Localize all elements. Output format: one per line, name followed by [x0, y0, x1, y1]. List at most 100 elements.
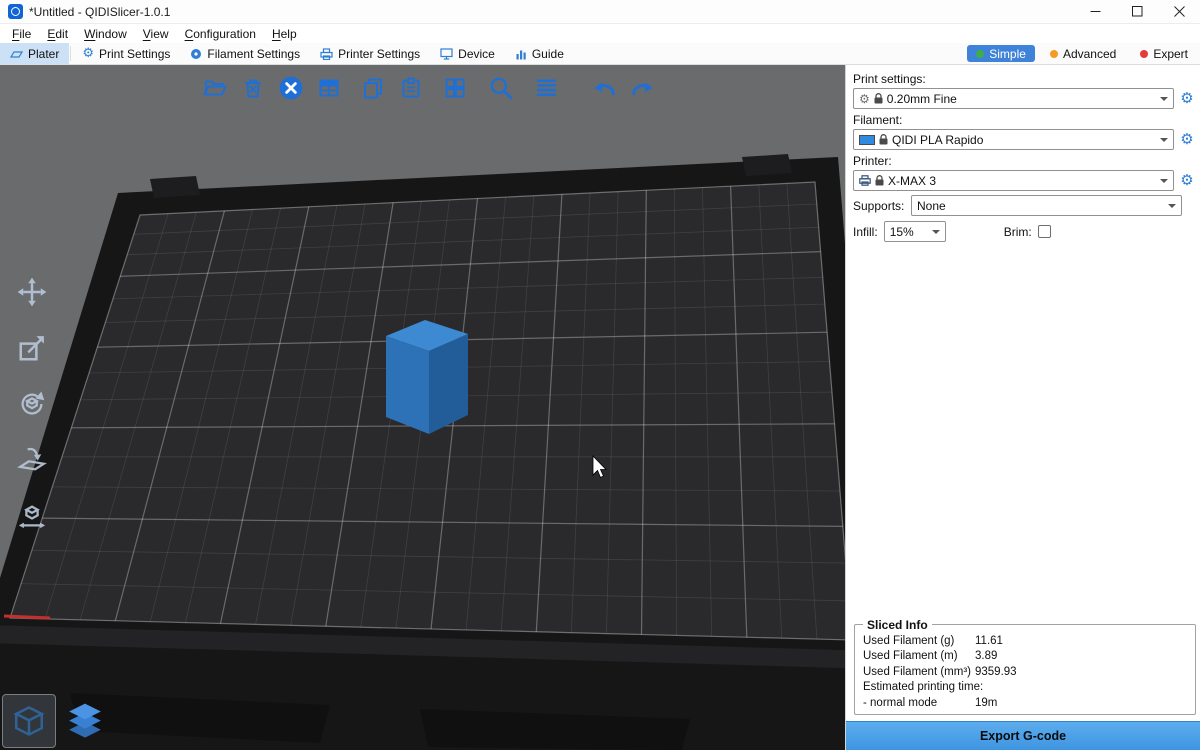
gear-icon: ⚙	[82, 47, 94, 60]
menu-configuration[interactable]: Configuration	[177, 27, 264, 41]
print-settings-label: Print settings:	[853, 72, 1200, 86]
close-button[interactable]	[1158, 0, 1200, 23]
tab-printer-settings[interactable]: Printer Settings	[310, 43, 430, 64]
paste-button[interactable]	[394, 71, 427, 104]
filament-color-swatch	[859, 135, 875, 145]
wireframe-cube-icon	[12, 704, 46, 738]
measure-icon	[17, 501, 47, 531]
arrange-icon	[317, 76, 341, 100]
minimize-button[interactable]	[1074, 0, 1116, 23]
tab-plater[interactable]: Plater	[0, 43, 69, 64]
mode-label: Advanced	[1063, 47, 1116, 61]
view-3d-button[interactable]	[2, 694, 56, 748]
mode-simple[interactable]: Simple	[967, 45, 1035, 62]
print-settings-gear-button[interactable]: ⚙	[1178, 91, 1196, 106]
place-on-face-icon	[17, 445, 47, 475]
printer-value: X-MAX 3	[888, 174, 936, 188]
chevron-down-icon	[1168, 204, 1176, 212]
delete-button[interactable]	[236, 71, 269, 104]
open-folder-icon	[203, 76, 227, 100]
undo-icon	[591, 74, 618, 101]
supports-value: None	[917, 199, 946, 213]
delete-icon	[241, 76, 265, 100]
rotate-icon	[17, 389, 47, 419]
arrange-button[interactable]	[312, 71, 345, 104]
chevron-down-icon	[932, 230, 940, 238]
undo-button[interactable]	[588, 71, 621, 104]
tab-label: Printer Settings	[338, 47, 420, 61]
open-file-button[interactable]	[198, 71, 231, 104]
mode-label: Expert	[1153, 47, 1188, 61]
window-title: *Untitled - QIDISlicer-1.0.1	[29, 5, 170, 19]
view-layers-button[interactable]	[58, 694, 112, 748]
infill-select[interactable]: 15%	[884, 221, 946, 242]
mode-expert[interactable]: Expert	[1131, 45, 1197, 62]
copy-button[interactable]	[356, 71, 389, 104]
printer-gear-button[interactable]: ⚙	[1178, 173, 1196, 188]
tab-separator	[70, 46, 71, 61]
infill-value: 15%	[890, 225, 914, 239]
supports-select[interactable]: None	[911, 195, 1182, 216]
printer-small-icon	[859, 175, 871, 186]
sliced-info-panel: Sliced Info Used Filament (g) 11.61 Used…	[854, 618, 1196, 716]
bed-origin-marker	[4, 616, 50, 618]
tab-guide[interactable]: Guide	[505, 43, 574, 64]
scale-tool-button[interactable]	[10, 326, 54, 370]
menu-view[interactable]: View	[135, 27, 177, 41]
tab-label: Filament Settings	[207, 47, 300, 61]
measure-tool-button[interactable]	[10, 494, 54, 538]
search-icon	[488, 75, 514, 101]
window-controls	[1074, 0, 1200, 23]
tab-device[interactable]: Device	[430, 43, 505, 64]
filament-gear-button[interactable]: ⚙	[1178, 132, 1196, 147]
maximize-icon	[1132, 6, 1143, 17]
guide-bars-icon	[515, 48, 527, 60]
mode-advanced[interactable]: Advanced	[1041, 45, 1125, 62]
menu-edit[interactable]: Edit	[39, 27, 76, 41]
tab-filament-settings[interactable]: Filament Settings	[180, 43, 310, 64]
layers-stack-icon	[66, 702, 104, 740]
mode-dot-icon	[1050, 50, 1058, 58]
print-settings-select[interactable]: ⚙ 0.20mm Fine	[853, 88, 1174, 109]
printer-label: Printer:	[853, 154, 1200, 168]
chevron-down-icon	[1160, 138, 1168, 146]
tab-print-settings[interactable]: ⚙ Print Settings	[72, 43, 180, 64]
menu-file[interactable]: File	[4, 27, 39, 41]
move-tool-button[interactable]	[10, 270, 54, 314]
profile-gear-icon: ⚙	[859, 93, 870, 105]
mode-dot-icon	[976, 50, 984, 58]
maximize-button[interactable]	[1116, 0, 1158, 23]
minimize-icon	[1090, 6, 1101, 17]
menu-window[interactable]: Window	[76, 27, 135, 41]
tabbar-spacer	[574, 43, 964, 64]
printer-select[interactable]: X-MAX 3	[853, 170, 1174, 191]
rotate-tool-button[interactable]	[10, 382, 54, 426]
menu-help[interactable]: Help	[264, 27, 305, 41]
move-icon	[17, 277, 47, 307]
redo-button[interactable]	[626, 71, 659, 104]
filament-spool-icon	[190, 48, 202, 60]
chevron-down-icon	[1160, 179, 1168, 187]
sliced-info-row: Used Filament (m) 3.89	[863, 648, 1189, 664]
search-button[interactable]	[484, 71, 517, 104]
export-gcode-button[interactable]: Export G-code	[846, 721, 1200, 750]
filament-select[interactable]: QIDI PLA Rapido	[853, 129, 1174, 150]
brim-checkbox[interactable]	[1038, 225, 1051, 238]
print-bed-scene	[0, 65, 845, 750]
place-on-face-tool-button[interactable]	[10, 438, 54, 482]
delete-all-button[interactable]	[274, 71, 307, 104]
model-object-cube[interactable]	[386, 320, 468, 434]
viewport-3d[interactable]	[0, 65, 845, 750]
tab-label: Device	[458, 47, 495, 61]
bed-clip	[742, 154, 792, 176]
close-icon	[1174, 6, 1185, 17]
variable-layer-height-button[interactable]	[530, 71, 563, 104]
sliced-info-row: - normal mode 19m	[863, 695, 1189, 711]
tabbar: Plater ⚙ Print Settings Filament Setting…	[0, 43, 1200, 65]
lock-icon	[875, 175, 884, 186]
split-objects-button[interactable]	[438, 71, 471, 104]
monitor-icon	[440, 48, 453, 60]
redo-icon	[629, 74, 656, 101]
tab-label: Plater	[28, 47, 59, 61]
tab-label: Print Settings	[99, 47, 170, 61]
